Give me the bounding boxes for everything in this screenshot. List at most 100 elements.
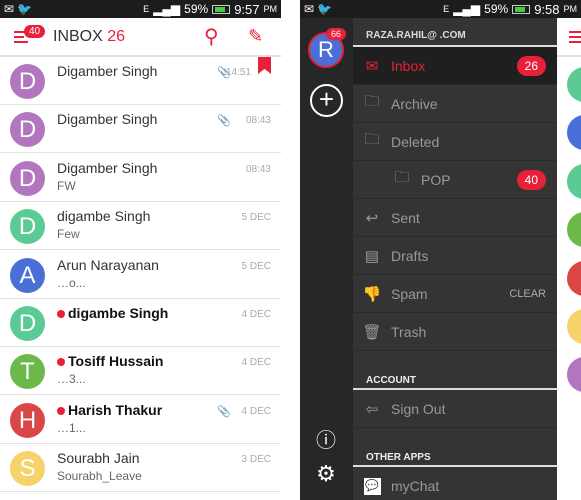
sender-text: Tosiff Hussain	[68, 353, 164, 370]
folder-icon: 🗀	[364, 131, 380, 148]
battery-percent: 59%	[184, 2, 209, 16]
feedback-icon[interactable]: ⓘ	[309, 424, 343, 453]
avatar-initial: D	[18, 116, 37, 144]
page-title: INBOX 26	[53, 28, 125, 46]
reply-icon: ↩	[365, 209, 379, 227]
notification-icons: ✉ 🐦	[4, 2, 33, 16]
folder-item-deleted[interactable]: 🗀 Deleted	[353, 123, 557, 161]
account-rail: R 66 + ⓘ ⚙	[300, 18, 353, 500]
thumbs-down-icon: 👎	[362, 285, 382, 303]
document-icon: ▤	[364, 247, 380, 265]
unread-dot	[57, 310, 65, 318]
other-apps-section-header: OTHER APPS	[366, 452, 431, 463]
avatar-initial: D	[18, 68, 37, 95]
message-date: 14:51	[225, 67, 251, 78]
sender-avatar: H	[10, 402, 45, 438]
unread-dot	[57, 406, 65, 415]
sender-text: digambe Singh	[68, 305, 169, 321]
clock-ampm: PM	[263, 4, 278, 14]
status-bar: ✉ 🐦 E ▂▄▆ 59% 9:57 PM	[0, 0, 281, 18]
peek-avatar	[567, 67, 581, 102]
folder-item-sent[interactable]: ↩ Sent	[353, 199, 557, 237]
settings-icon[interactable]: ⚙	[309, 461, 343, 487]
message-preview: …1...	[57, 420, 86, 435]
compose-icon[interactable]: ✎	[248, 26, 263, 47]
clear-spam-button[interactable]: CLEAR	[509, 288, 546, 300]
attachment-icon: 📎	[217, 115, 231, 128]
message-row[interactable]: D digambe Singh Few 5 DEC	[0, 202, 281, 251]
sender-text: Digamber Singh	[57, 63, 158, 79]
menu-icon-peek	[569, 31, 581, 33]
inbox-screen: ✉ 🐦 E ▂▄▆ 59% 9:57 PM 40 INBOX 26 ⚲ ✎ D …	[0, 0, 281, 500]
clock: 9:58	[534, 1, 560, 17]
message-preview: FW	[57, 178, 76, 193]
battery-icon	[212, 4, 231, 14]
folder-item-spam[interactable]: 👎 Spam CLEAR	[353, 275, 557, 313]
avatar-initial: D	[18, 213, 37, 241]
message-date: 08:43	[245, 115, 271, 127]
sender-avatar: D	[10, 160, 45, 196]
clock: 9:57	[234, 1, 260, 17]
folder-drawer: RAZA.RAHIL@ .COM ✉ Inbox 26 🗀 Archive 🗀 Del…	[353, 18, 557, 500]
folder-label: Spam	[391, 285, 428, 302]
inbox-peek[interactable]	[557, 18, 581, 500]
battery-icon	[512, 4, 531, 14]
status-bar: ✉ 🐦 E ▂▄▆ 59% 9:58 PM	[300, 0, 581, 18]
folder-label: Inbox	[391, 57, 426, 74]
avatar-initial: S	[19, 455, 36, 483]
folder-label: Deleted	[391, 133, 440, 150]
message-row[interactable]: S Sourabh Jain Sourabh_Leave 3 DEC	[0, 444, 281, 493]
sender-text: Digamber Singh	[57, 159, 158, 176]
sign-out-item[interactable]: ⇦ Sign Out	[353, 390, 557, 428]
message-row[interactable]: D Digamber Singh FW 08:43	[0, 154, 281, 202]
sign-out-icon: ⇦	[365, 400, 379, 418]
search-icon[interactable]: ⚲	[204, 24, 219, 49]
mychat-item[interactable]: 💬 myChat	[353, 467, 557, 500]
folder-count: 26	[516, 55, 546, 76]
sender-name: digambe Singh	[57, 208, 150, 224]
mychat-label: myChat	[391, 477, 440, 494]
folder-icon: 🗀	[394, 169, 410, 186]
peek-avatar	[567, 357, 581, 393]
peek-avatar	[567, 309, 581, 344]
folder-icon: 🗀	[364, 93, 380, 110]
folder-item-drafts[interactable]: ▤ Drafts	[353, 237, 557, 275]
message-date: 3 DEC	[241, 454, 271, 466]
message-date: 08:43	[245, 163, 271, 175]
avatar-initial: A	[19, 261, 36, 289]
avatar-initial: H	[18, 406, 37, 434]
folder-item-archive[interactable]: 🗀 Archive	[353, 85, 557, 123]
attachment-icon: 📎	[217, 405, 231, 418]
folder-item-pop[interactable]: 🗀 POP 40	[353, 161, 557, 199]
flag-icon[interactable]	[258, 57, 271, 74]
sender-name: Digamber Singh	[57, 63, 157, 79]
account-email: RAZA.RAHIL@ .COM	[353, 18, 557, 47]
peek-avatar	[567, 260, 581, 296]
sender-text: Sourabh Jain	[57, 450, 140, 467]
message-date: 5 DEC	[241, 260, 271, 272]
avatar-initial: D	[18, 164, 37, 192]
sender-avatar: T	[10, 354, 45, 390]
peek-avatar	[567, 115, 581, 151]
message-date: 4 DEC	[241, 309, 271, 320]
message-row[interactable]: D Digamber Singh 📎 08:43	[0, 105, 281, 154]
sign-out-label: Sign Out	[391, 400, 446, 417]
sender-text: Arun Narayanan	[57, 256, 159, 273]
message-row[interactable]: D digambe Singh 4 DEC	[0, 299, 281, 347]
message-row[interactable]: D Digamber Singh 📎 14:51	[0, 57, 281, 105]
add-account-button[interactable]: +	[310, 84, 343, 117]
folder-item-inbox[interactable]: ✉ Inbox 26	[353, 47, 557, 85]
sender-text: digambe Singh	[57, 208, 151, 225]
peek-avatar	[567, 163, 581, 199]
message-row[interactable]: T Tosiff Hussain …3... 4 DEC	[0, 347, 281, 396]
folder-item-trash[interactable]: 🗑 Trash	[353, 313, 557, 351]
message-row[interactable]: H Harish Thakur …1... 📎 4 DEC	[0, 396, 281, 444]
message-row[interactable]: A Arun Narayanan …o... 5 DEC	[0, 251, 281, 299]
sender-name: Harish Thakur	[57, 402, 162, 418]
folder-label: Drafts	[391, 247, 429, 264]
title-text: INBOX	[53, 27, 103, 45]
sender-avatar: D	[10, 112, 45, 148]
sender-avatar: D	[10, 209, 45, 245]
sender-name: Digamber Singh	[57, 111, 157, 127]
sender-avatar: D	[10, 64, 45, 99]
